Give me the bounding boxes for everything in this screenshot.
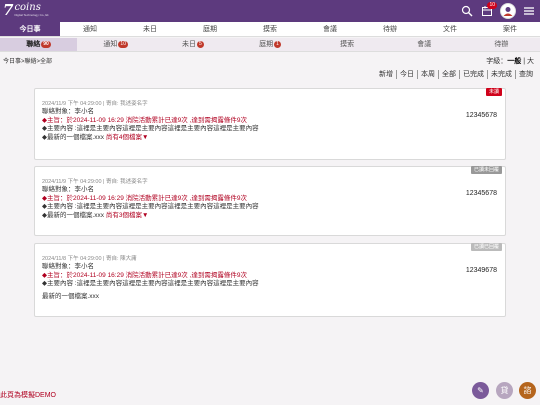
count-badge: 90 bbox=[41, 41, 51, 48]
top-bar: 7 coins Digital Technology Co.,ltd. 10 bbox=[0, 0, 540, 22]
contact-line: 聯絡對象：李小名 bbox=[42, 186, 94, 193]
message-meta: 2024/11/9 下午 04:29:00 | 寄自: 我述姿名字 bbox=[42, 179, 148, 185]
tab-today[interactable]: 今日事 bbox=[0, 22, 60, 36]
message-meta: 2024/11/8 下午 04:29:00 | 寄自: 陳大庸 bbox=[42, 256, 137, 262]
search-icon[interactable] bbox=[460, 4, 474, 18]
tab-todo[interactable]: 待辦 bbox=[360, 22, 420, 36]
notification-badge: 10 bbox=[487, 2, 497, 9]
latest-file[interactable]: 最新的一個檔案.xxx bbox=[42, 293, 498, 302]
message-card[interactable]: 未讀 2024/11/9 下午 04:29:00 | 寄自: 我述姿名字 聯絡對… bbox=[34, 88, 506, 160]
content-line: ◆主要內容 :這裡是主要內容這裡是主要內容這裡是主要內容這裡是主要內容 bbox=[42, 280, 259, 287]
filter-bar: 新增 今日 本周 全部 已完成 未完成 查詢 bbox=[376, 70, 536, 79]
status-badge: 未讀 bbox=[485, 88, 502, 96]
subtab-search[interactable]: 摸索 bbox=[309, 38, 386, 51]
content-line: ◆主要內容 :這裡是主要內容這裡是主要內容這裡是主要內容這裡是主要內容 bbox=[42, 203, 259, 210]
main-tabs: 今日事 通知 未日 庭期 摸索 會議 待辦 文件 案件 bbox=[0, 22, 540, 37]
subject-line: ◆主旨：於2024-11-09 16:29 消院活動累計已達9次 ,達到需揭露條… bbox=[42, 116, 247, 124]
tab-deadline[interactable]: 未日 bbox=[120, 22, 180, 36]
receipt-icon[interactable]: 貸 bbox=[496, 382, 513, 399]
content-line: ◆主要內容 :這裡是主要內容這裡是主要內容這裡是主要內容這裡是主要內容 bbox=[42, 125, 259, 132]
contact-line: 聯絡對象：李小名 bbox=[42, 263, 94, 270]
subtab-meeting[interactable]: 會議 bbox=[386, 38, 463, 51]
filter-add[interactable]: 新增 bbox=[376, 70, 396, 79]
font-size-separator: | bbox=[523, 58, 526, 65]
filter-undone[interactable]: 未完成 bbox=[487, 70, 515, 79]
logo-subtitle: Digital Technology Co.,ltd. bbox=[14, 13, 50, 17]
subject-line: ◆主旨：於2024-11-09 16:29 消院活動累計已達9次 ,達到需揭露條… bbox=[42, 271, 247, 279]
subtab-notice[interactable]: 通知 10 bbox=[77, 38, 154, 51]
tab-meeting[interactable]: 會議 bbox=[300, 22, 360, 36]
edit-icon[interactable]: ✎ bbox=[472, 382, 489, 399]
tab-court[interactable]: 庭期 bbox=[180, 22, 240, 36]
tab-notice[interactable]: 通知 bbox=[60, 22, 120, 36]
sub-tabs: 聯絡 90 通知 10 未日 5 庭期 1 摸索 會議 待辦 bbox=[0, 38, 540, 52]
subtab-contact[interactable]: 聯絡 90 bbox=[0, 38, 78, 51]
phone-number: 12345678 bbox=[465, 190, 497, 197]
breadcrumb: 今日事>聯絡>全部 bbox=[3, 59, 53, 65]
font-size-normal[interactable]: 一般 bbox=[507, 58, 521, 65]
filter-all[interactable]: 全部 bbox=[438, 70, 459, 79]
tab-cases[interactable]: 案件 bbox=[480, 22, 540, 36]
status-badge: 已讀已回覆 bbox=[470, 243, 502, 251]
logo[interactable]: 7 coins Digital Technology Co.,ltd. bbox=[3, 1, 50, 19]
subject-line: ◆主旨：於2024-11-09 16:29 消院活動累計已達9次 ,達到需揭露條… bbox=[42, 194, 247, 202]
font-size-large[interactable]: 大 bbox=[527, 58, 534, 65]
phone-number: 12349678 bbox=[465, 267, 497, 274]
tab-documents[interactable]: 文件 bbox=[420, 22, 480, 36]
logo-name: coins bbox=[14, 2, 41, 13]
count-badge: 10 bbox=[118, 41, 128, 48]
calendar-icon[interactable]: 10 bbox=[480, 2, 497, 18]
menu-icon[interactable] bbox=[522, 4, 536, 18]
more-files-link[interactable]: 尚有4個檔案▼ bbox=[106, 134, 149, 141]
contact-line: 聯絡對象：李小名 bbox=[42, 108, 94, 115]
logo-mark: 7 bbox=[3, 1, 14, 19]
subtab-court[interactable]: 庭期 1 bbox=[231, 38, 308, 51]
filter-done[interactable]: 已完成 bbox=[459, 70, 487, 79]
subtab-deadline[interactable]: 未日 5 bbox=[154, 38, 231, 51]
phone-number: 12345678 bbox=[465, 112, 497, 119]
subtab-todo[interactable]: 待辦 bbox=[463, 38, 540, 51]
tab-search[interactable]: 摸索 bbox=[240, 22, 300, 36]
more-files-link[interactable]: 尚有3個檔案▼ bbox=[106, 212, 149, 219]
font-size-control: 字級：一般 | 大 bbox=[486, 56, 534, 66]
font-size-label: 字級： bbox=[486, 58, 508, 65]
status-badge: 已讀未回覆 bbox=[470, 166, 502, 174]
filter-week[interactable]: 本周 bbox=[417, 70, 438, 79]
latest-file[interactable]: ◆最新的一個檔案.xxx bbox=[42, 134, 104, 141]
count-badge: 1 bbox=[274, 41, 281, 48]
count-badge: 5 bbox=[196, 41, 204, 48]
message-card[interactable]: 已讀已回覆 2024/11/8 下午 04:29:00 | 寄自: 陳大庸 聯絡… bbox=[34, 243, 506, 317]
chat-icon[interactable]: 諮 bbox=[519, 382, 536, 399]
filter-today[interactable]: 今日 bbox=[396, 70, 417, 79]
demo-label: 此頁為模擬DEMO bbox=[0, 392, 56, 399]
message-card[interactable]: 已讀未回覆 2024/11/9 下午 04:29:00 | 寄自: 我述姿名字 … bbox=[34, 166, 506, 236]
avatar[interactable] bbox=[500, 3, 516, 19]
message-meta: 2024/11/9 下午 04:29:00 | 寄自: 我述姿名字 bbox=[42, 101, 148, 107]
latest-file[interactable]: ◆最新的一個檔案.xxx bbox=[42, 212, 104, 219]
filter-query[interactable]: 查詢 bbox=[515, 70, 536, 79]
